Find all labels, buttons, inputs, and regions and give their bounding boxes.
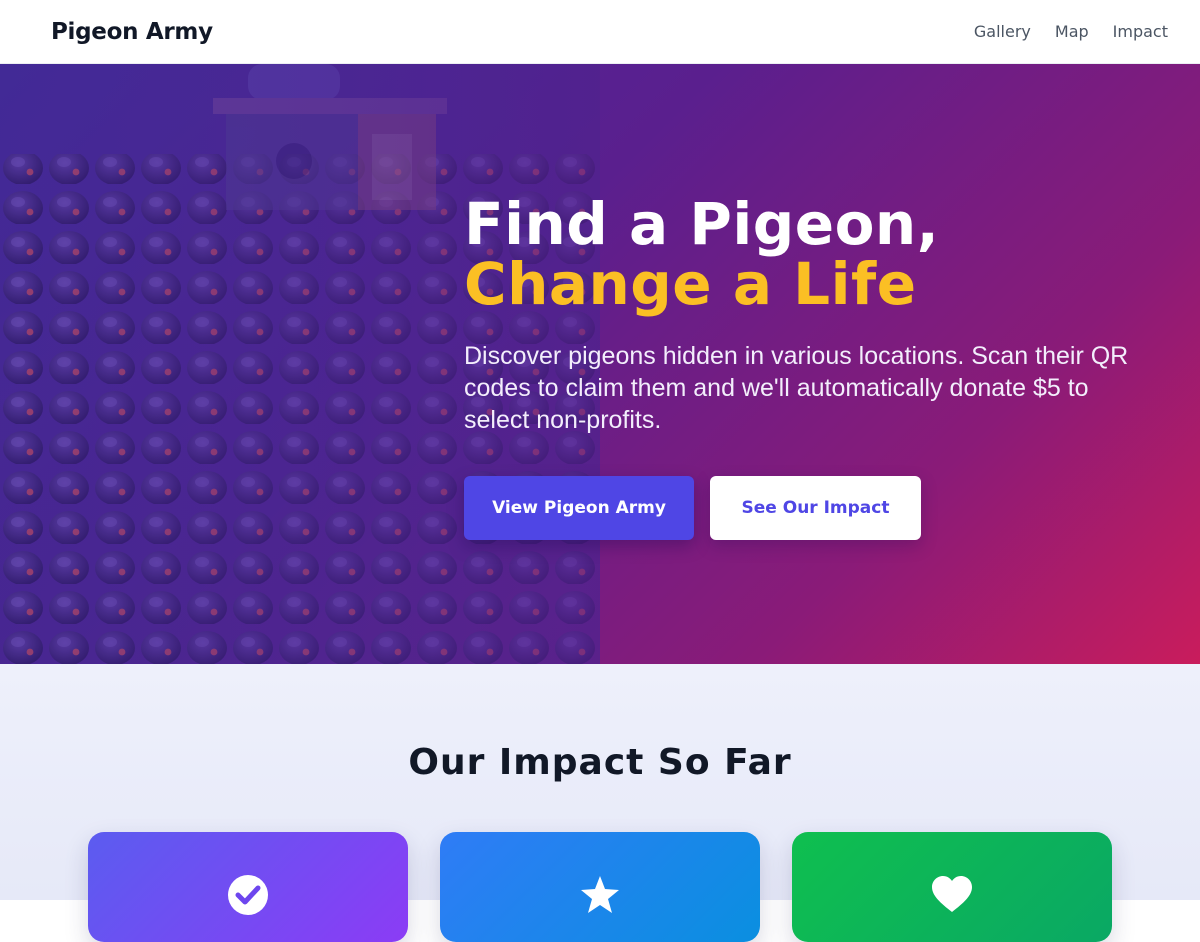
impact-card-claimed	[88, 832, 408, 942]
view-pigeon-army-button[interactable]: View Pigeon Army	[464, 476, 694, 540]
hero-content: Find a Pigeon, Change a Life Discover pi…	[464, 194, 1164, 540]
nav-link-impact[interactable]: Impact	[1113, 22, 1168, 41]
hero-actions: View Pigeon Army See Our Impact	[464, 476, 1164, 540]
hero-subtitle: Discover pigeons hidden in various locat…	[464, 342, 1129, 434]
impact-title: Our Impact So Far	[408, 742, 792, 783]
hero-title-line2: Change a Life	[464, 250, 917, 318]
heart-icon	[930, 874, 974, 918]
hero-title-line1: Find a Pigeon,	[464, 190, 940, 258]
site-header: Pigeon Army Gallery Map Impact	[0, 0, 1200, 64]
nav-link-map[interactable]: Map	[1055, 22, 1089, 41]
star-icon	[578, 874, 622, 918]
nav-link-gallery[interactable]: Gallery	[974, 22, 1031, 41]
hero-section: Find a Pigeon, Change a Life Discover pi…	[0, 64, 1200, 664]
check-circle-icon	[226, 874, 270, 918]
impact-card-pigeons	[440, 832, 760, 942]
see-our-impact-button[interactable]: See Our Impact	[710, 476, 921, 540]
hero-title: Find a Pigeon, Change a Life	[464, 194, 1164, 314]
main-nav: Gallery Map Impact	[974, 22, 1168, 41]
impact-card-donations	[792, 832, 1112, 942]
brand-logo[interactable]: Pigeon Army	[51, 19, 213, 45]
impact-section: Our Impact So Far	[0, 664, 1200, 942]
